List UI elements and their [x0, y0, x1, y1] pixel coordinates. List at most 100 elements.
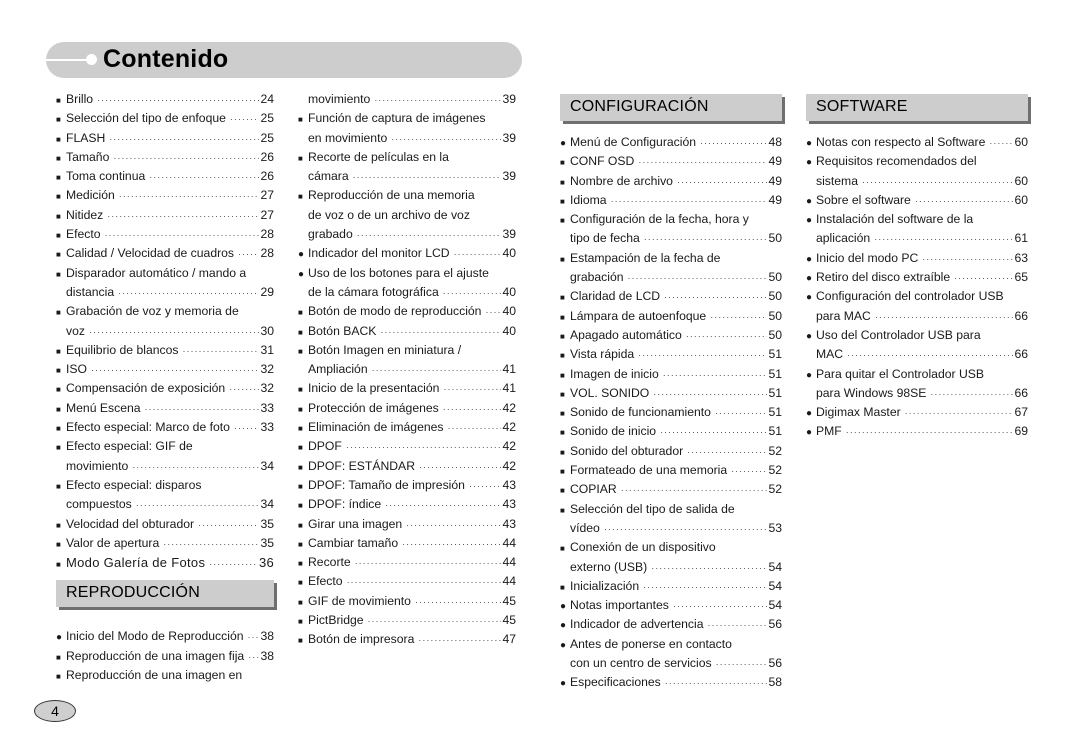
toc-column-1: ■ Brillo 24 ■ Selección del tipo de enfoque 2…	[56, 90, 274, 685]
toc-entry[interactable]: ■ Medición 27	[56, 186, 274, 205]
toc-entry[interactable]: ■ Apagado automático 50	[560, 326, 782, 345]
toc-entry[interactable]: ■ Imagen de inicio 51	[560, 365, 782, 384]
toc-entry[interactable]: ■ Nombre de archivo 49	[560, 172, 782, 191]
toc-entry-page-number: 69	[1014, 424, 1028, 439]
toc-entry[interactable]: ■ Cambiar tamaño 44	[298, 534, 516, 553]
toc-entry[interactable]: ■ DPOF: índice 43	[298, 495, 516, 514]
toc-entry[interactable]: ■ Equilibrio de blancos 31	[56, 341, 274, 360]
dot-leader	[874, 230, 1013, 249]
dot-leader	[119, 187, 260, 206]
toc-entry[interactable]: ■ Calidad / Velocidad de cuadros 28	[56, 244, 274, 263]
toc-entry[interactable]: ■ Formateado de una memoria 52	[560, 461, 782, 480]
toc-entry[interactable]: ●Inicio del Modo de Reproducción 38	[56, 627, 274, 646]
toc-entry[interactable]: ■ Efecto 28	[56, 225, 274, 244]
toc-entry[interactable]: ■ Compensación de exposición 32	[56, 379, 274, 398]
dot-leader	[346, 438, 502, 457]
toc-entry-label: movimiento	[66, 458, 129, 473]
toc-entry[interactable]: ●Notas con respecto al Software 60	[806, 133, 1028, 152]
toc-entry[interactable]: ●Retiro del disco extraíble 65	[806, 268, 1028, 287]
toc-entry[interactable]: ■ Tamaño 26	[56, 148, 274, 167]
toc-entry[interactable]: ■ Efecto 44	[298, 572, 516, 591]
section-heading-label: SOFTWARE	[816, 98, 908, 115]
toc-entry[interactable]: grabado 39	[298, 225, 516, 244]
toc-entry[interactable]: vídeo 53	[560, 519, 782, 538]
toc-entry[interactable]: aplicación 61	[806, 229, 1028, 248]
toc-entry[interactable]: voz 30	[56, 322, 274, 341]
toc-entry[interactable]: ■ Toma continua 26	[56, 167, 274, 186]
toc-entry[interactable]: ■ Selección del tipo de enfoque 25	[56, 109, 274, 128]
toc-entry-label: Cambiar tamaño	[308, 535, 399, 550]
toc-entry[interactable]: ●Sobre el software 60	[806, 191, 1028, 210]
toc-entry[interactable]: ●Indicador del monitor LCD 40	[298, 244, 516, 263]
toc-entry[interactable]: ■ Velocidad del obturador 35	[56, 515, 274, 534]
toc-entry[interactable]: ●Especificaciones 58	[560, 673, 782, 692]
toc-entry-label: Imagen de inicio	[570, 366, 659, 381]
toc-entry[interactable]: ●Digimax Master 67	[806, 403, 1028, 422]
toc-entry[interactable]: ■ Botón de impresora 47	[298, 630, 516, 649]
toc-entry[interactable]: ■ Protección de imágenes 42	[298, 399, 516, 418]
toc-entry[interactable]: distancia 29	[56, 283, 274, 302]
toc-entry[interactable]: para MAC 66	[806, 307, 1028, 326]
toc-entry: ● Configuración del controlador USB	[806, 287, 1028, 306]
square-bullet-icon: ■	[298, 192, 303, 202]
toc-entry[interactable]: ●Notas importantes 54	[560, 596, 782, 615]
toc-entry-page-number: 32	[260, 381, 274, 396]
toc-entry[interactable]: ■ Eliminación de imágenes 42	[298, 418, 516, 437]
toc-entry[interactable]: con un centro de servicios 56	[560, 654, 782, 673]
toc-entry[interactable]: ■ DPOF: Tamaño de impresión 43	[298, 476, 516, 495]
toc-entry[interactable]: compuestos 34	[56, 495, 274, 514]
toc-entry[interactable]: ■ Efecto especial: Marco de foto 33	[56, 418, 274, 437]
toc-entry[interactable]: para Windows 98SE 66	[806, 384, 1028, 403]
toc-entry-page-number: 48	[768, 135, 782, 149]
toc-entry[interactable]: ■ Sonido de inicio 51	[560, 422, 782, 441]
toc-entry-page-number: 30	[260, 323, 274, 338]
toc-entry[interactable]: ■ Sonido del obturador 52	[560, 442, 782, 461]
toc-entry-page-number: 50	[768, 270, 782, 285]
toc-entry[interactable]: ■ Sonido de funcionamiento 51	[560, 403, 782, 422]
toc-entry[interactable]: ■ ISO 32	[56, 360, 274, 379]
toc-entry[interactable]: movimiento 34	[56, 457, 274, 476]
toc-entry[interactable]: ■ Recorte 44	[298, 553, 516, 572]
toc-entry[interactable]: ■ DPOF: ESTÁNDAR 42	[298, 457, 516, 476]
toc-entry[interactable]: ●Menú de Configuración 48	[560, 133, 782, 152]
toc-entry[interactable]: ■ DPOF 42	[298, 437, 516, 456]
toc-entry[interactable]: ■ VOL. SONIDO 51	[560, 384, 782, 403]
toc-entry[interactable]: ■ COPIAR 52	[560, 480, 782, 499]
toc-entry[interactable]: ■ Modo Galería de Fotos 36	[56, 553, 274, 572]
toc-entry[interactable]: Ampliación 41	[298, 360, 516, 379]
toc-entry[interactable]: ■ Brillo 24	[56, 90, 274, 109]
toc-entry[interactable]: ■ Botón de modo de reproducción 40	[298, 302, 516, 321]
toc-entry[interactable]: ■ Menú Escena 33	[56, 399, 274, 418]
toc-entry[interactable]: externo (USB) 54	[560, 558, 782, 577]
toc-entry[interactable]: de la cámara fotográfica 40	[298, 283, 516, 302]
toc-entry[interactable]: ●PMF 69	[806, 422, 1028, 441]
toc-entry[interactable]: ■ Claridad de LCD 50	[560, 287, 782, 306]
toc-entry[interactable]: ■ Idioma 49	[560, 191, 782, 210]
toc-entry-page-number: 54	[768, 578, 782, 593]
toc-entry[interactable]: ■ Inicialización 54	[560, 577, 782, 596]
toc-entry[interactable]: movimiento 39	[298, 90, 516, 109]
toc-entry[interactable]: ■ Reproducción de una imagen fija 38	[56, 647, 274, 666]
toc-entry[interactable]: ■ Botón BACK 40	[298, 322, 516, 341]
toc-entry[interactable]: ■ PictBridge 45	[298, 611, 516, 630]
toc-entry[interactable]: ■ CONF OSD 49	[560, 152, 782, 171]
toc-entry[interactable]: ■ Nitidez 27	[56, 206, 274, 225]
toc-entry[interactable]: ■ Lámpara de autoenfoque 50	[560, 307, 782, 326]
toc-entry-label: Efecto especial: Marco de foto	[66, 420, 230, 435]
toc-entry[interactable]: ■ Valor de apertura 35	[56, 534, 274, 553]
title-decoration-line	[46, 59, 88, 61]
toc-entry[interactable]: ■ Girar una imagen 43	[298, 515, 516, 534]
toc-entry[interactable]: sistema 60	[806, 172, 1028, 191]
toc-entry[interactable]: ■ GIF de movimiento 45	[298, 592, 516, 611]
toc-entry[interactable]: grabación 50	[560, 268, 782, 287]
toc-entry[interactable]: ●Inicio del modo PC 63	[806, 249, 1028, 268]
toc-entry[interactable]: cámara 39	[298, 167, 516, 186]
toc-entry[interactable]: tipo de fecha 50	[560, 229, 782, 248]
toc-entry[interactable]: ■ Vista rápida 51	[560, 345, 782, 364]
circle-bullet-icon: ●	[560, 138, 567, 149]
toc-entry[interactable]: ■ FLASH 25	[56, 129, 274, 148]
toc-entry[interactable]: MAC 66	[806, 345, 1028, 364]
toc-entry[interactable]: ■ Inicio de la presentación 41	[298, 379, 516, 398]
toc-entry[interactable]: en movimiento 39	[298, 129, 516, 148]
toc-entry[interactable]: ●Indicador de advertencia 56	[560, 615, 782, 634]
